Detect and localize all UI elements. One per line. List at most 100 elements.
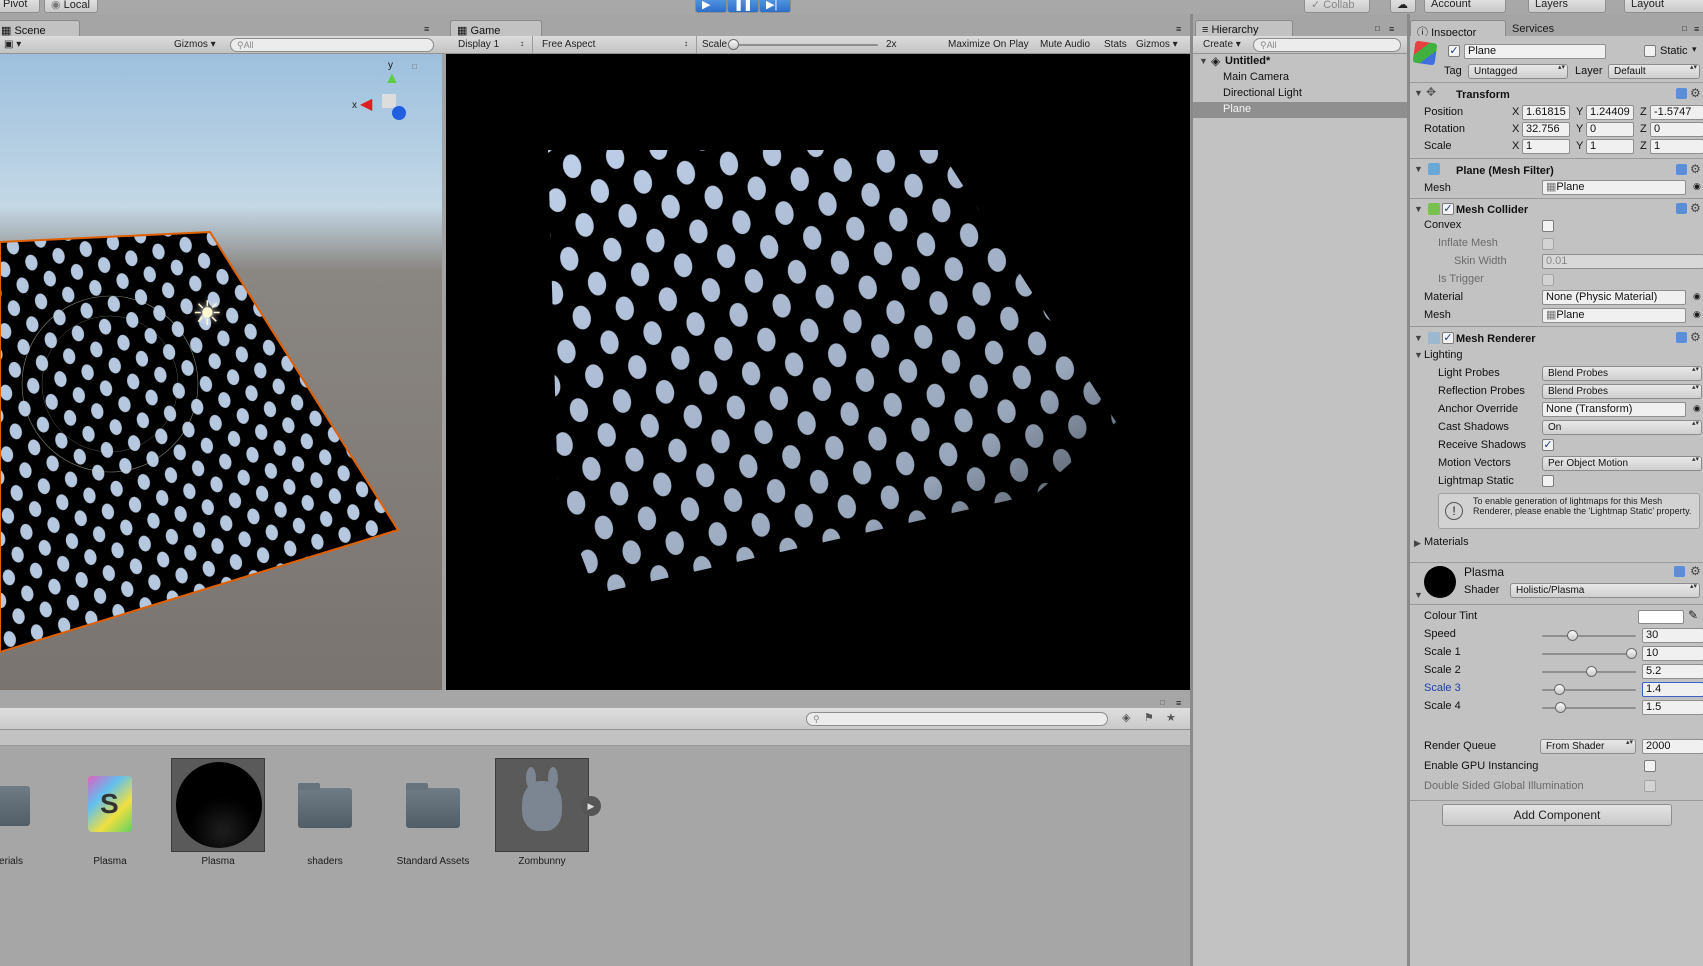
position-z-field[interactable]: -1.5747 [1650,105,1703,120]
hierarchy-item-directional-light[interactable]: Directional Light [1193,86,1407,102]
project-search-input[interactable]: ⚲ [806,712,1108,726]
eyedropper-icon[interactable]: ✎ [1688,608,1698,622]
cast-shadows-dropdown[interactable]: On [1542,420,1702,435]
object-name-field[interactable]: Plane [1464,44,1606,59]
step-button[interactable]: ▶| [759,0,791,13]
gear-icon[interactable]: ⚙ [1690,330,1701,344]
static-checkbox[interactable] [1644,45,1656,57]
gear-icon[interactable]: ⚙ [1690,162,1701,176]
expand-arrow-icon[interactable]: ▶ [581,796,601,816]
panel-menu-icon[interactable]: ≡ [1176,24,1181,34]
panel-menu-icon[interactable]: ≡ [1389,24,1394,34]
layer-dropdown[interactable]: Default [1608,64,1700,79]
tag-dropdown[interactable]: Untagged [1468,64,1568,79]
slider-track[interactable] [1542,653,1636,655]
active-checkbox[interactable]: ✓ [1448,45,1460,57]
favorites-star-icon[interactable]: ★ [1166,711,1176,724]
rotation-x-field[interactable]: 32.756 [1522,122,1570,137]
lock-icon[interactable]: □ [1682,24,1687,33]
scale-slider-track[interactable] [732,44,878,46]
scale-y-field[interactable]: 1 [1586,139,1634,154]
slider-value-field[interactable]: 1.4 [1642,682,1703,697]
object-picker-icon[interactable]: ◉ [1693,403,1701,414]
render-queue-dropdown[interactable]: From Shader [1540,739,1636,754]
shader-dropdown[interactable]: Holistic/Plasma [1510,583,1700,598]
scene-root-row[interactable]: ▼ ◈ Untitled* [1193,54,1407,70]
static-dropdown-arrow-icon[interactable]: ▾ [1692,44,1697,55]
create-dropdown[interactable]: Create ▾ [1199,38,1245,51]
position-y-field[interactable]: 1.24409 [1586,105,1634,120]
slider-thumb[interactable] [1626,648,1637,659]
scene-search-input[interactable]: ⚲All [230,38,434,52]
lock-icon[interactable]: □ [1375,24,1380,33]
local-button[interactable]: ◉ Local [44,0,98,13]
asset-zombunny-model[interactable] [495,758,589,852]
foldout-arrow-icon[interactable]: ▼ [1414,350,1423,360]
cloud-button[interactable]: ☁ [1390,0,1416,13]
slider-value-field[interactable]: 10 [1642,646,1703,661]
mute-audio-toggle[interactable]: Mute Audio [1036,38,1094,51]
filter-by-type-icon[interactable]: ◈ [1122,711,1130,724]
lock-icon[interactable]: □ [1160,698,1165,707]
light-gizmo-icon[interactable]: ☀ [192,294,222,334]
render-queue-field[interactable]: 2000 [1642,739,1703,754]
colour-tint-swatch[interactable] [1638,610,1684,624]
foldout-arrow-icon[interactable]: ▼ [1414,164,1423,174]
convex-checkbox[interactable] [1542,220,1554,232]
slider-value-field[interactable]: 30 [1642,628,1703,643]
gear-icon[interactable]: ⚙ [1690,86,1701,100]
anchor-override-field[interactable]: None (Transform) [1542,402,1686,417]
object-picker-icon[interactable]: ◉ [1693,309,1701,320]
foldout-arrow-icon[interactable]: ▼ [1414,88,1423,98]
game-viewport[interactable] [446,54,1190,690]
expand-arrow-icon[interactable]: ▼ [1199,56,1208,66]
layers-button[interactable]: Layers [1528,0,1606,13]
object-picker-icon[interactable]: ◉ [1693,291,1701,302]
asset-plasma-material[interactable] [171,758,265,852]
tab-services[interactable]: Services [1512,23,1554,35]
light-probes-dropdown[interactable]: Blend Probes [1542,366,1702,381]
panel-menu-icon[interactable]: ≡ [424,24,429,34]
layout-button[interactable]: Layout [1624,0,1703,13]
asset-standard-assets-folder[interactable] [406,783,460,828]
scene-gizmos-dropdown[interactable]: Gizmos ▾ [170,38,220,51]
help-book-icon[interactable] [1676,88,1687,99]
foldout-arrow-icon[interactable]: ▼ [1414,590,1423,600]
panel-menu-icon[interactable]: ≡ [1176,698,1181,708]
foldout-arrow-icon[interactable]: ▼ [1414,333,1423,343]
slider-value-field[interactable]: 1.5 [1642,700,1703,715]
help-book-icon[interactable] [1674,566,1685,577]
stats-toggle[interactable]: Stats [1100,38,1131,51]
receive-shadows-checkbox[interactable]: ✓ [1542,439,1554,451]
lightmap-static-checkbox[interactable] [1542,475,1554,487]
aspect-dropdown[interactable]: Free Aspect [538,38,599,51]
slider-thumb[interactable] [1553,684,1565,695]
shading-dropdown[interactable]: ▣ ▾ [0,38,25,51]
collider-material-field[interactable]: None (Physic Material) [1542,290,1686,305]
collider-mesh-field[interactable]: ▦Plane [1542,308,1686,323]
mesh-renderer-enabled-checkbox[interactable]: ✓ [1442,332,1454,344]
lock-icon[interactable]: □ [412,62,417,71]
foldout-arrow-icon[interactable]: ▶ [1414,538,1421,549]
help-book-icon[interactable] [1676,164,1687,175]
pivot-button[interactable]: Pivot [0,0,40,13]
asset-plasma-shader[interactable]: S [88,776,132,832]
slider-value-field[interactable]: 5.2 [1642,664,1703,679]
asset-shaders-folder[interactable] [298,783,352,828]
display-dropdown[interactable]: Display 1 [454,38,503,51]
pause-button[interactable]: ❚❚ [727,0,759,13]
hierarchy-item-plane[interactable]: Plane [1193,102,1407,118]
hierarchy-search-input[interactable]: ⚲All [1253,38,1401,52]
reflection-probes-dropdown[interactable]: Blend Probes [1542,384,1702,399]
mesh-filter-field[interactable]: ▦Plane [1542,180,1686,195]
slider-track[interactable] [1542,635,1636,637]
hierarchy-item-main-camera[interactable]: Main Camera [1193,70,1407,86]
motion-vectors-dropdown[interactable]: Per Object Motion [1542,456,1702,471]
position-x-field[interactable]: 1.61815 [1522,105,1570,120]
account-button[interactable]: Account [1424,0,1506,13]
rotation-z-field[interactable]: 0 [1650,122,1703,137]
scene-orientation-gizmo[interactable]: y ▲ x ◀ □ [352,60,422,140]
maximize-on-play-toggle[interactable]: Maximize On Play [944,38,1033,51]
scale-x-field[interactable]: 1 [1522,139,1570,154]
gear-icon[interactable]: ⚙ [1690,564,1701,578]
